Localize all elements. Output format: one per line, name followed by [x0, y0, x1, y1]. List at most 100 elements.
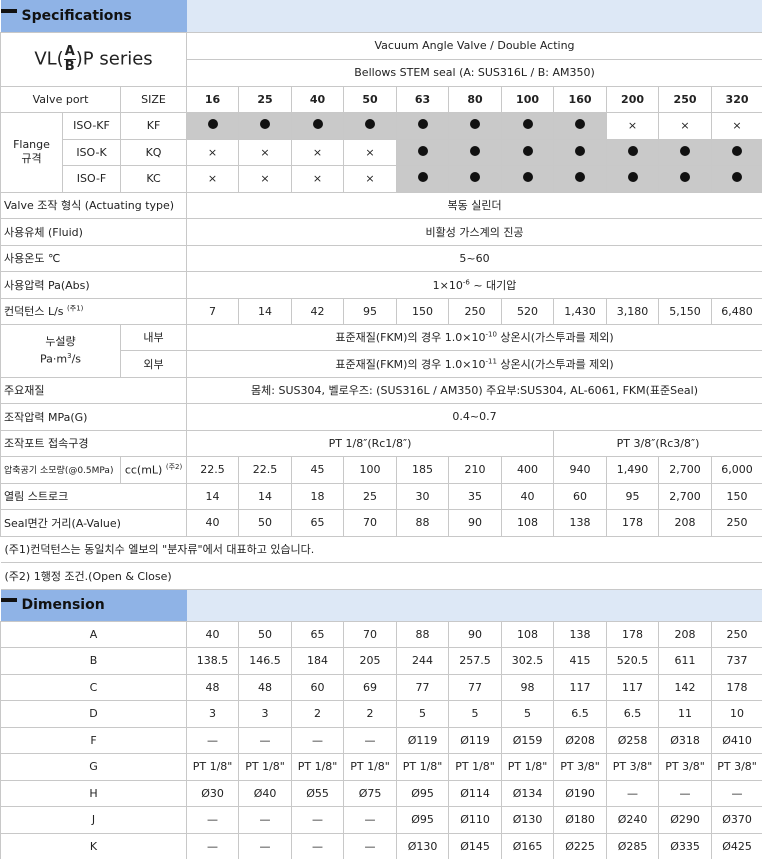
dim-cell: PT 1/8"	[343, 753, 398, 781]
available-dot-icon	[470, 145, 481, 156]
dim-row: H Ø30 Ø40 Ø55 Ø75 Ø95 Ø114 Ø134 Ø190— — —	[0, 779, 762, 807]
dim-cell: PT 1/8"	[238, 753, 293, 781]
dim-cell: 60	[291, 673, 345, 701]
flange-row: ISO-K KQ × × × ×	[1, 138, 762, 166]
seal-cell: 65	[291, 508, 345, 537]
dim-cell: 90	[448, 620, 503, 648]
available-dot-icon	[470, 172, 481, 182]
stroke-label: 열림 스트로크	[0, 482, 188, 510]
dim-label: K	[0, 832, 188, 859]
flange-mark	[291, 111, 345, 140]
size-cell: 80	[448, 85, 503, 113]
dim-cell: Ø285	[606, 832, 660, 859]
stroke-cell: 95	[606, 482, 660, 510]
size-label: SIZE	[119, 85, 188, 113]
stroke-cell: 60	[553, 482, 608, 510]
dim-cell: Ø208	[553, 726, 608, 754]
conductance-cell: 42	[291, 297, 345, 325]
dim-label: H	[0, 779, 188, 807]
air-cell: 6,000	[711, 455, 762, 484]
dim-cell: —	[238, 726, 293, 754]
dim-cell: 50	[238, 620, 293, 648]
dim-cell: Ø225	[553, 832, 608, 859]
flange-mark: ×	[343, 138, 398, 166]
dim-cell: 48	[238, 673, 293, 701]
stroke-row: 열림 스트로크 14 14 18 25 30 35 40 60 95 2,700 150	[0, 482, 762, 510]
flange-mark: ×	[711, 111, 762, 140]
flange-row: Flange 규격 ISO-KF KF × × ×	[0, 111, 762, 193]
dim-cell: —	[343, 726, 398, 754]
flange-code: KF	[119, 111, 188, 140]
flange-mark: ×	[186, 164, 240, 193]
dim-cell: 3	[238, 700, 293, 728]
size-cell: 40	[291, 85, 345, 113]
air-cell: 22.5	[238, 455, 293, 484]
dim-cell: —	[606, 779, 660, 807]
dimension-table: A 40 50 65 70 88 90 108 138 178 208 250 B 138.5 146.5 1…	[0, 620, 762, 859]
note-1: (주1)컨덕턴스는 동일치수 엘보의 "분자류"에서 대표하고 있습니다.	[0, 535, 762, 563]
port-value-large: PT 3/8″(Rc3/8″)	[553, 429, 762, 457]
flange-mark	[711, 164, 762, 193]
dim-cell: 6.5	[553, 700, 608, 728]
leak-inner-post: 상온시(가스투과를 제외)	[496, 331, 614, 344]
air-cell: 1,490	[606, 455, 660, 484]
available-dot-icon	[522, 172, 533, 182]
dim-cell: 77	[448, 673, 503, 701]
flange-mark: ×	[238, 138, 293, 166]
spec-section-fill	[186, 0, 762, 32]
size-cell: 100	[501, 85, 555, 113]
pressure-pre: 1×10	[432, 278, 463, 292]
available-dot-icon	[680, 172, 691, 182]
dim-label: J	[0, 806, 188, 834]
flange-mark	[501, 111, 555, 140]
dim-cell: 2	[291, 700, 345, 728]
conductance-cell: 95	[343, 297, 398, 325]
op-pressure-label: 조작압력 MPa(G)	[0, 402, 188, 431]
dim-cell: 77	[396, 673, 450, 701]
seal-cell: 40	[186, 508, 240, 537]
dim-label: G	[0, 753, 188, 781]
flange-mark	[553, 138, 608, 166]
size-cell: 16	[186, 85, 240, 113]
dim-label: F	[0, 726, 188, 754]
dim-cell: Ø165	[501, 832, 555, 859]
dim-cell: Ø119	[396, 726, 450, 754]
available-dot-icon	[260, 119, 271, 129]
dim-row: D 3 3 2 2 5 5 5 6.5 6.5 11 10	[0, 700, 762, 728]
dim-cell: 98	[501, 673, 555, 701]
dim-cell: Ø55	[291, 779, 345, 807]
dim-cell: Ø130	[501, 806, 555, 834]
leak-inner-value: 표준재질(FKM)의 경우 1.0×10-10 상온시(가스투과를 제외)	[186, 323, 762, 351]
seal-cell: 250	[711, 508, 762, 537]
dim-section-title-text: Dimension	[21, 597, 105, 613]
air-cell: 22.5	[186, 455, 240, 484]
dim-cell: 40	[186, 620, 240, 648]
dim-label: D	[0, 700, 188, 728]
dim-cell: 184	[291, 647, 345, 675]
stroke-cell: 18	[291, 482, 345, 510]
port-label: 조작포트 접속구경	[0, 429, 188, 457]
fluid-value: 비활성 가스계의 진공	[186, 217, 762, 246]
flange-mark	[501, 138, 555, 166]
valve-port-label: Valve port	[0, 85, 121, 113]
flange-name: ISO-KF	[62, 111, 121, 140]
dim-cell: Ø119	[448, 726, 503, 754]
size-cell: 200	[606, 85, 660, 113]
dim-label: A	[0, 620, 188, 648]
dim-cell: 11	[658, 700, 713, 728]
flange-mark	[186, 111, 240, 140]
dim-cell: 205	[343, 647, 398, 675]
dim-row: G PT 1/8" PT 1/8" PT 1/8" PT 1/8" PT 1/8" PT 1…	[0, 753, 762, 781]
flange-mark: ×	[291, 164, 345, 193]
dim-cell: Ø180	[553, 806, 608, 834]
material-value: 몸체: SUS304, 벨로우즈: (SUS316L / AM350) 주요부:…	[186, 376, 762, 404]
seal-row: Seal면간 거리(A-Value) 40 50 65 70 88 90 108 138 178…	[0, 508, 762, 537]
dim-row: C 48 48 60 69 77 77 98 117 117 142 178	[0, 673, 762, 701]
dim-section-header: Dimension	[0, 589, 762, 621]
seal-cell: 90	[448, 508, 503, 537]
fluid-label: 사용유체 (Fluid)	[0, 217, 188, 246]
flange-mark: ×	[186, 138, 240, 166]
dim-cell: PT 1/8"	[396, 753, 450, 781]
spec-section-header: Specifications	[0, 0, 762, 32]
seal-cell: 88	[396, 508, 450, 537]
